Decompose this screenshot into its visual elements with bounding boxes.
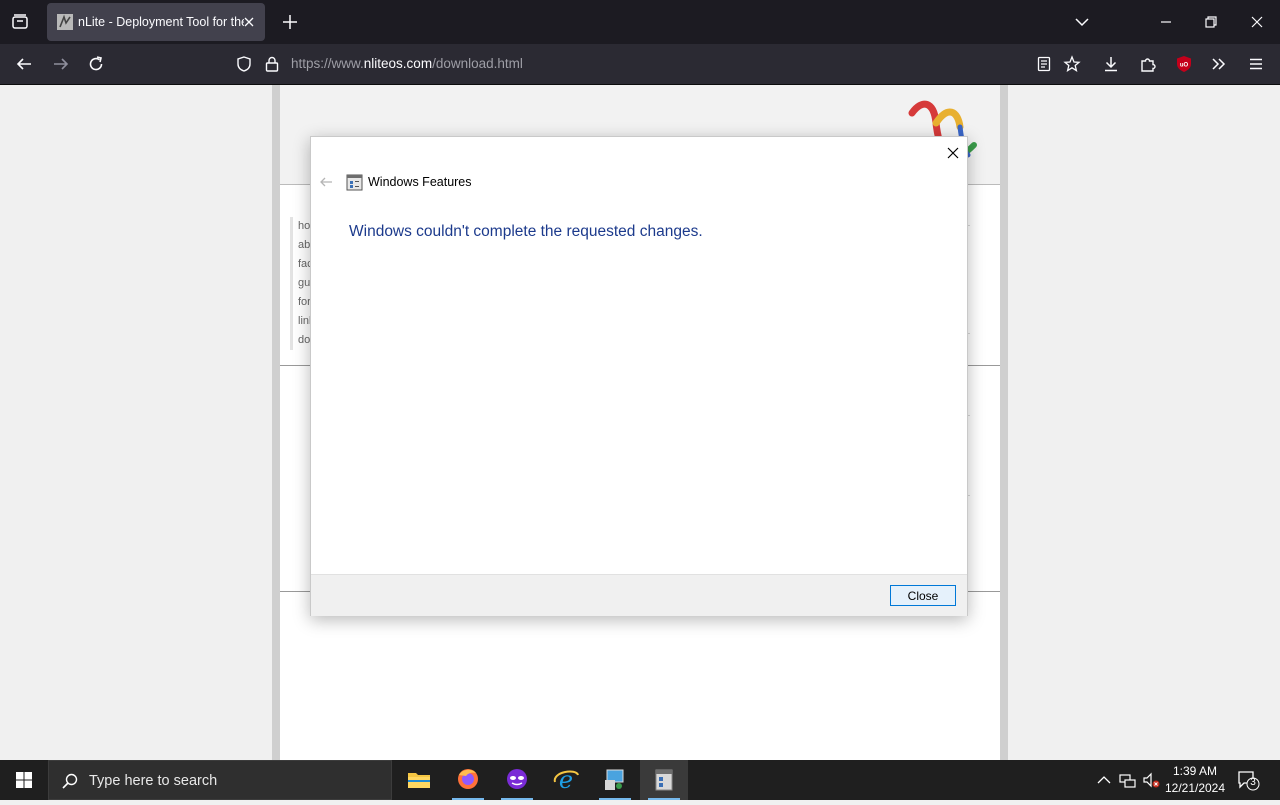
start-windows-icon[interactable] <box>0 760 48 800</box>
taskbar-firefox[interactable] <box>444 760 492 800</box>
reload-icon[interactable] <box>86 54 106 74</box>
restore-icon[interactable] <box>1201 12 1221 32</box>
clock-time: 1:39 AM <box>1172 764 1218 778</box>
clock-date: 12/21/2024 <box>1164 781 1226 795</box>
volume-muted-icon[interactable] <box>1141 770 1161 790</box>
windows-features-dialog: Windows Features Windows couldn't comple… <box>310 136 968 616</box>
downloads-icon[interactable] <box>1101 54 1121 74</box>
forward-arrow-icon[interactable] <box>51 54 71 74</box>
svg-text:uO: uO <box>1180 63 1189 69</box>
more-tools-chevron-icon[interactable] <box>1209 54 1229 74</box>
browser-nav-bar: https://www.nliteos.com/download.html uO <box>0 44 1280 85</box>
minimize-icon[interactable] <box>1156 12 1176 32</box>
ublock-origin-icon[interactable]: uO <box>1174 54 1194 74</box>
tab-close-icon[interactable] <box>241 14 257 30</box>
browser-tab-bar: nLite - Deployment Tool for the <box>0 0 1280 44</box>
tracking-shield-icon[interactable] <box>235 55 253 73</box>
nlite-favicon-icon <box>57 14 73 30</box>
dialog-title: Windows Features <box>368 175 472 189</box>
new-tab-icon[interactable] <box>280 12 300 32</box>
url-text[interactable]: https://www.nliteos.com/download.html <box>291 56 523 71</box>
taskbar-control-panel[interactable] <box>591 760 639 800</box>
dialog-footer: Close <box>311 574 967 616</box>
windows-features-icon <box>346 174 363 191</box>
tab-nlite[interactable]: nLite - Deployment Tool for the <box>47 3 265 41</box>
dialog-back-arrow-icon[interactable] <box>319 175 333 187</box>
taskbar-windows-features[interactable] <box>640 760 688 800</box>
notification-count-badge: 3 <box>1250 777 1256 788</box>
tab-title: nLite - Deployment Tool for the <box>78 15 244 29</box>
taskbar-file-explorer[interactable] <box>395 760 443 800</box>
taskbar-purple-app[interactable] <box>493 760 541 800</box>
network-icon[interactable] <box>1117 770 1137 790</box>
dialog-close-icon[interactable] <box>944 144 962 162</box>
extensions-puzzle-icon[interactable] <box>1138 54 1158 74</box>
search-placeholder: Type here to search <box>89 773 218 789</box>
svg-text:e: e <box>559 766 573 794</box>
bookmark-star-icon[interactable] <box>1063 55 1081 73</box>
taskbar-internet-explorer[interactable]: e <box>542 760 590 800</box>
window-close-icon[interactable] <box>1247 12 1267 32</box>
dialog-error-message: Windows couldn't complete the requested … <box>349 223 703 240</box>
action-center-icon[interactable]: 3 <box>1236 769 1260 791</box>
search-icon <box>61 772 79 790</box>
lock-icon[interactable] <box>264 55 280 73</box>
windows-taskbar: Type here to search e 1:39 AM 12/21/2024… <box>0 760 1280 800</box>
hamburger-menu-icon[interactable] <box>1246 54 1266 74</box>
close-button[interactable]: Close <box>890 585 956 606</box>
tab-overflow-chevron-icon[interactable] <box>1072 12 1092 32</box>
reader-view-icon[interactable] <box>1036 56 1052 72</box>
taskbar-search-box[interactable]: Type here to search <box>48 760 392 800</box>
back-arrow-icon[interactable] <box>14 54 34 74</box>
taskbar-clock[interactable]: 1:39 AM 12/21/2024 <box>1160 763 1230 797</box>
show-hidden-icons-chevron-icon[interactable] <box>1094 770 1114 790</box>
tab-list-icon[interactable] <box>8 10 32 34</box>
